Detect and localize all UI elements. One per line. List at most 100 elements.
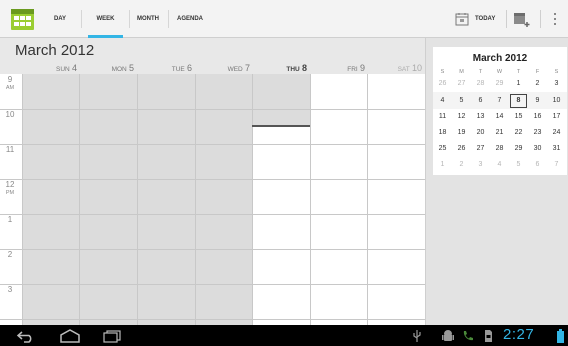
mini-calendar-day[interactable]: 3 <box>471 157 490 173</box>
mini-calendar-day[interactable]: 1 <box>433 157 452 173</box>
mini-calendar-day[interactable]: 3 <box>547 76 566 92</box>
mini-calendar-day[interactable]: 5 <box>452 93 471 109</box>
tab-divider <box>168 10 169 28</box>
mini-calendar-day[interactable]: 20 <box>471 125 490 141</box>
back-icon[interactable] <box>16 329 36 343</box>
mini-calendar-day[interactable]: 12 <box>452 109 471 125</box>
hour-line <box>22 319 425 320</box>
day-number: 5 <box>128 63 134 73</box>
calendar-today-icon <box>455 13 469 26</box>
hour-number: 11 <box>5 145 15 154</box>
mini-calendar-day[interactable]: 2 <box>528 76 547 92</box>
mini-calendar-day[interactable]: 4 <box>433 93 452 109</box>
phone-icon <box>463 331 473 341</box>
mini-calendar-day[interactable]: 16 <box>528 109 547 125</box>
mini-calendar-day[interactable]: 7 <box>490 93 509 109</box>
tab-month[interactable]: MONTH <box>133 0 163 38</box>
mini-calendar-day[interactable]: 26 <box>433 76 452 92</box>
hour-number: 1 <box>7 215 13 224</box>
mini-calendar-day[interactable]: 17 <box>547 109 566 125</box>
mini-calendar-day[interactable]: 1 <box>509 76 528 92</box>
mini-calendar-day[interactable]: 29 <box>490 76 509 92</box>
mini-calendar-day[interactable]: 7 <box>547 157 566 173</box>
hour-line <box>22 214 425 215</box>
current-time-line <box>252 125 310 127</box>
calendar-app-icon[interactable] <box>10 7 35 31</box>
mini-calendar-day[interactable]: 18 <box>433 125 452 141</box>
tab-week[interactable]: WEEK <box>86 0 125 38</box>
day-header-thu[interactable]: THU 8 <box>252 63 307 74</box>
day-header-sat[interactable]: SAT 10 <box>367 63 422 74</box>
new-event-icon[interactable] <box>513 12 531 28</box>
mini-calendar-dow: T <box>516 69 521 75</box>
past-hours-shade <box>253 74 310 125</box>
day-column-sat[interactable] <box>367 74 425 325</box>
day-column-mon[interactable] <box>79 74 137 325</box>
day-name: THU <box>286 66 300 73</box>
mini-calendar-day[interactable]: 9 <box>528 93 547 109</box>
day-header-fri[interactable]: FRI 9 <box>310 63 365 74</box>
hour-number: 9 <box>7 75 13 84</box>
today-button[interactable]: TODAY <box>455 0 495 38</box>
mini-calendar-day[interactable]: 2 <box>452 157 471 173</box>
mini-calendar-day[interactable]: 15 <box>509 109 528 125</box>
day-column-thu[interactable] <box>252 74 310 325</box>
hour-label-1: 1 <box>0 216 20 224</box>
mini-calendar-day[interactable]: 28 <box>490 141 509 157</box>
mini-calendar-day[interactable]: 21 <box>490 125 509 141</box>
mini-calendar-dow: S <box>440 69 445 75</box>
mini-calendar-day[interactable]: 24 <box>547 125 566 141</box>
tab-day-label: DAY <box>53 16 67 22</box>
mini-calendar-day[interactable]: 11 <box>433 109 452 125</box>
day-name: FRI <box>347 66 358 73</box>
mini-calendar-selected-day[interactable]: 8 <box>509 93 528 109</box>
mini-calendar-day[interactable]: 27 <box>452 76 471 92</box>
mini-calendar-day[interactable]: 25 <box>433 141 452 157</box>
day-header-sun[interactable]: SUN 4 <box>22 63 77 74</box>
day-column-sun[interactable] <box>22 74 79 325</box>
hour-number: 3 <box>7 285 13 294</box>
action-divider <box>540 10 541 28</box>
week-grid[interactable]: 9 AM 10 11 12 PM 1 2 3 <box>0 74 425 325</box>
mini-calendar-day[interactable]: 14 <box>490 109 509 125</box>
recent-apps-icon[interactable] <box>102 330 122 343</box>
mini-calendar-day[interactable]: 27 <box>471 141 490 157</box>
mini-calendar-day[interactable]: 6 <box>528 157 547 173</box>
day-column-wed[interactable] <box>195 74 252 325</box>
mini-calendar-day[interactable]: 19 <box>452 125 471 141</box>
home-icon[interactable] <box>59 329 81 343</box>
hour-label-3: 3 <box>0 286 20 294</box>
mini-calendar-day[interactable]: 6 <box>471 93 490 109</box>
hour-ampm: AM <box>5 85 15 91</box>
mini-calendar-day[interactable]: 13 <box>471 109 490 125</box>
day-column-fri[interactable] <box>310 74 367 325</box>
mini-calendar-dow: F <box>535 69 540 75</box>
day-header-mon[interactable]: MON 5 <box>79 63 134 74</box>
mini-calendar-day[interactable]: 22 <box>509 125 528 141</box>
mini-calendar-day[interactable]: 4 <box>490 157 509 173</box>
mini-calendar-day[interactable]: 26 <box>452 141 471 157</box>
action-bar: DAY WEEK MONTH AGENDA TODAY <box>0 0 568 38</box>
mini-calendar-day[interactable]: 31 <box>547 141 566 157</box>
tab-day[interactable]: DAY <box>46 0 74 38</box>
day-column-tue[interactable] <box>137 74 195 325</box>
hour-number: 12 <box>5 180 15 189</box>
mini-calendar-day[interactable]: 28 <box>471 76 490 92</box>
day-number: 10 <box>411 63 422 73</box>
mini-calendar-day[interactable]: 30 <box>528 141 547 157</box>
mini-calendar-day[interactable]: 5 <box>509 157 528 173</box>
mini-calendar-day[interactable]: 29 <box>509 141 528 157</box>
overflow-menu-icon[interactable] <box>553 13 557 26</box>
mini-calendar-day[interactable]: 10 <box>547 93 566 109</box>
hour-line <box>22 249 425 250</box>
sd-card-icon <box>485 330 492 342</box>
tab-divider <box>129 10 130 28</box>
day-header-wed[interactable]: WED 7 <box>195 63 250 74</box>
mini-calendar[interactable]: March 2012 S M T W T F S 26 27 28 29 1 2… <box>433 47 567 175</box>
calendar-app: DAY WEEK MONTH AGENDA TODAY March 2012 S… <box>0 0 568 346</box>
mini-calendar-day[interactable]: 23 <box>528 125 547 141</box>
day-header-tue[interactable]: TUE 6 <box>137 63 192 74</box>
month-title: March 2012 <box>15 42 95 59</box>
day-name: WED <box>227 66 243 73</box>
tab-agenda[interactable]: AGENDA <box>172 0 208 38</box>
